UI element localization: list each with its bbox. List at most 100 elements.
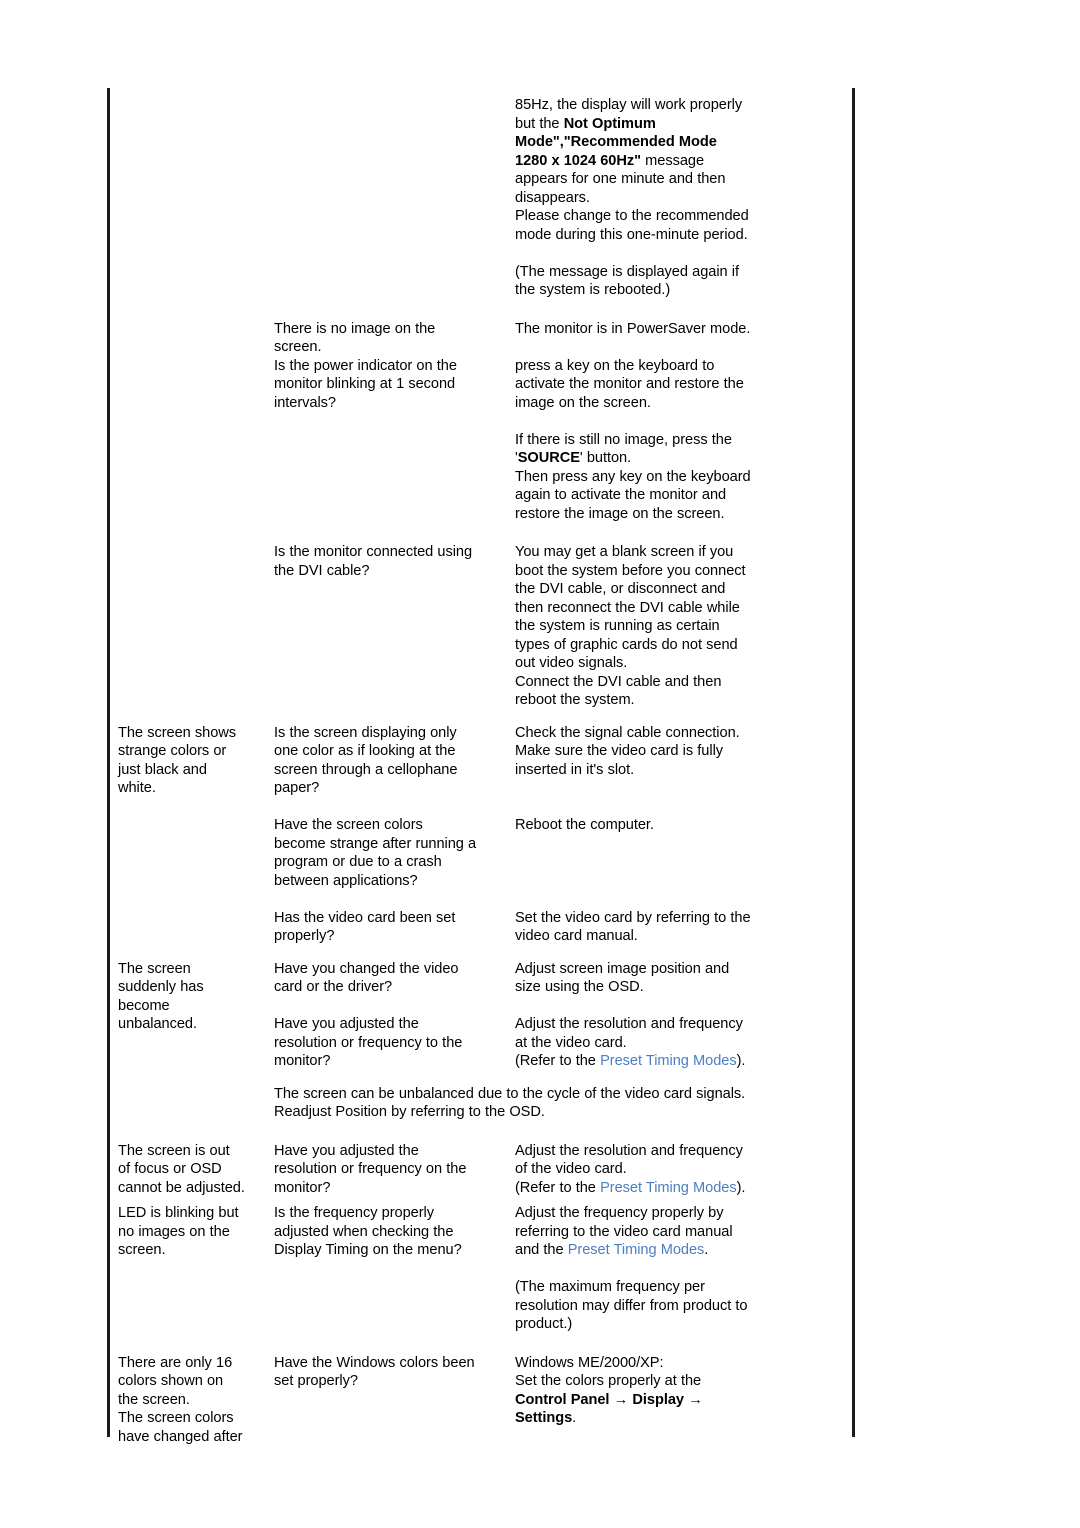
solution-line: restore the image on the screen.	[515, 505, 725, 522]
bold-fragment: Mode","Recommended Mode	[515, 134, 717, 150]
and-prefix: and the	[515, 1242, 568, 1258]
solution-cell: Adjust the resolution and frequency of t…	[515, 1142, 838, 1198]
solution-line: Adjust the resolution and frequency	[515, 1142, 743, 1159]
checklist-line: resolution or frequency to the	[274, 1034, 463, 1051]
solution-line: (Refer to the Preset Timing Modes).	[515, 1052, 838, 1071]
checklist-line: between applications?	[274, 872, 418, 889]
solution-line-tail: ' button.	[579, 450, 632, 466]
solution-line: reboot the system.	[515, 692, 635, 708]
checklist-cell: Have the Windows colors been set properl…	[274, 1354, 515, 1391]
solution-line: Adjust the resolution and frequency	[515, 1016, 743, 1032]
symptom-cell: The screen is out of focus or OSD cannot…	[118, 1142, 274, 1198]
solution-line: and the Preset Timing Modes.	[515, 1241, 838, 1260]
symptom-cell: There are only 16 colors shown on the sc…	[118, 1354, 274, 1447]
symptom-line: The screen colors	[118, 1410, 234, 1426]
checklist-line: There is no image on the	[274, 320, 436, 337]
checklist-line: monitor blinking at 1 second	[274, 376, 456, 392]
checklist-cell: Is the frequency properly adjusted when …	[274, 1204, 515, 1260]
preset-timing-modes-link[interactable]: Preset Timing Modes	[600, 1053, 737, 1069]
row-spacer	[118, 300, 838, 320]
table-row: Is the monitor connected using the DVI c…	[118, 543, 838, 710]
preset-timing-modes-link[interactable]: Preset Timing Modes	[600, 1180, 737, 1196]
solution-line: Please change to the recommended	[515, 208, 749, 224]
solution-line: types of graphic cards do not send	[515, 636, 738, 653]
checklist-line: become strange after running a	[274, 835, 477, 852]
checklist-line: set properly?	[274, 1373, 358, 1389]
symptom-line: suddenly has	[118, 979, 204, 995]
checklist-line: Have you changed the video	[274, 960, 459, 977]
solution-note-line: resolution may differ from product to	[515, 1297, 748, 1314]
checklist-line: adjusted when checking the	[274, 1223, 454, 1240]
solution-line: Connect the DVI cable and then	[515, 673, 722, 690]
solution-path-line: Control Panel → Display →	[515, 1391, 838, 1410]
solution-line: mode during this one-minute period.	[515, 226, 748, 243]
checklist-cell: There is no image on the screen. Is the …	[274, 320, 515, 413]
solution-cell: Windows ME/2000/XP: Set the colors prope…	[515, 1354, 838, 1428]
source-button-label: SOURCE	[517, 450, 580, 466]
solution-line: inserted in it's slot.	[515, 761, 635, 778]
checklist-line: one color as if looking at the	[274, 743, 456, 759]
checklist-line: Has the video card been set	[274, 909, 456, 926]
solution-line: Make sure the video card is fully	[515, 743, 724, 759]
solution-cell: 85Hz, the display will work properly but…	[515, 96, 838, 300]
preset-timing-modes-link[interactable]: Preset Timing Modes	[568, 1242, 705, 1258]
symptom-line: The screen	[118, 960, 191, 977]
table-row: The screen shows strange colors or just …	[118, 724, 838, 946]
solution-line: press a key on the keyboard to	[515, 357, 715, 374]
bold-fragment: 1280 x 1024 60Hz"	[515, 152, 641, 169]
refer-suffix: ).	[736, 1179, 746, 1196]
row-spacer	[118, 946, 838, 960]
checklist-line: the DVI cable?	[274, 562, 370, 579]
row-spacer	[118, 1122, 838, 1142]
symptom-line: the screen.	[118, 1391, 190, 1408]
row-spacer	[118, 1334, 838, 1354]
solution-line: Check the signal cable connection.	[515, 724, 740, 741]
checklist-line: Is the monitor connected using	[274, 544, 473, 560]
refer-prefix: (Refer to the	[515, 1053, 601, 1069]
symptom-line: have changed after	[118, 1428, 243, 1445]
solution-line: video card manual.	[515, 928, 638, 944]
checklist-line: monitor?	[274, 1053, 331, 1069]
solution-line: the DVI cable, or disconnect and	[515, 581, 726, 597]
solution-line: Mode","Recommended Mode	[515, 133, 838, 152]
solution-line: Adjust the frequency properly by	[515, 1205, 724, 1221]
refer-suffix: ).	[736, 1053, 746, 1069]
symptom-line: The screen is out	[118, 1142, 230, 1159]
solution-line: Reboot the computer.	[515, 817, 654, 833]
display-label: Display	[632, 1391, 684, 1408]
refer-suffix: .	[704, 1242, 709, 1258]
row-spacer	[118, 710, 838, 724]
checklist-cell: Is the monitor connected using the DVI c…	[274, 543, 515, 580]
checklist-line: screen through a cellophane	[274, 761, 458, 778]
symptom-line: LED is blinking but	[118, 1205, 239, 1221]
checklist-line: monitor?	[274, 1179, 331, 1196]
symptom-line: no images on the	[118, 1223, 230, 1240]
checklist-cell: Have you adjusted the resolution or freq…	[274, 1142, 515, 1198]
troubleshooting-table: 85Hz, the display will work properly but…	[118, 96, 838, 1446]
solution-line: The monitor is in PowerSaver mode.	[515, 320, 751, 337]
checklist-line: Have the Windows colors been	[274, 1354, 475, 1371]
solution-cell: You may get a blank screen if you boot t…	[515, 543, 838, 710]
table-row: LED is blinking but no images on the scr…	[118, 1204, 838, 1334]
symptom-line: strange colors or	[118, 743, 227, 759]
solution-cell: Adjust the frequency properly by referri…	[515, 1204, 838, 1334]
solution-line: again to activate the monitor and	[515, 487, 727, 503]
symptom-line: screen.	[118, 1242, 166, 1258]
solution-path-line: Settings.	[515, 1409, 838, 1428]
checklist-line: properly?	[274, 928, 335, 944]
refer-prefix: (Refer to the	[515, 1179, 601, 1196]
arrow-icon: →	[613, 1391, 629, 1408]
solution-note-line: the system is rebooted.)	[515, 282, 671, 298]
symptom-line: become	[118, 997, 170, 1014]
checklist-line: Display Timing on the menu?	[274, 1242, 462, 1258]
checklist-line: Have the screen colors	[274, 817, 423, 833]
table-row: There are only 16 colors shown on the sc…	[118, 1354, 838, 1447]
solution-line: 'SOURCE' button.	[515, 449, 838, 468]
row-spacer	[118, 1071, 838, 1085]
solution-cell: The monitor is in PowerSaver mode. press…	[515, 320, 838, 524]
solution-line: image on the screen.	[515, 394, 651, 411]
symptom-cell: The screen shows strange colors or just …	[118, 724, 274, 798]
symptom-line: The screen shows	[118, 724, 237, 741]
symptom-line: white.	[118, 780, 156, 796]
note-line: The screen can be unbalanced due to the …	[274, 1085, 746, 1102]
